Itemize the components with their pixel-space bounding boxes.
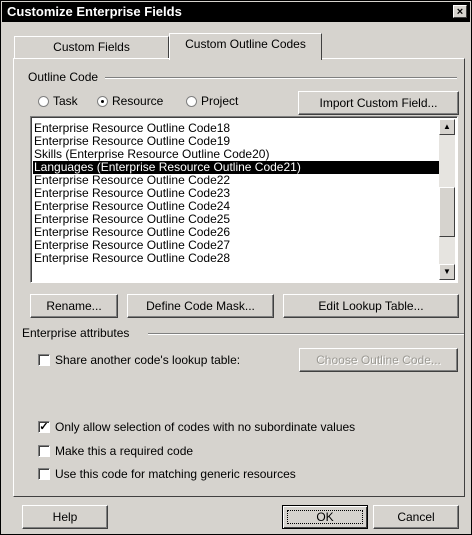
radio-task-label: Task [53, 94, 78, 108]
share-lookup-label: Share another code's lookup table: [55, 353, 241, 367]
ok-button[interactable]: OK [282, 505, 368, 529]
required-code-label: Make this a required code [55, 444, 194, 458]
define-code-mask-button[interactable]: Define Code Mask... [127, 294, 274, 318]
checkbox-box-icon [38, 354, 50, 366]
radio-resource[interactable]: Resource [97, 94, 163, 108]
radio-project[interactable]: Project [186, 94, 238, 108]
scroll-up-icon[interactable]: ▲ [439, 119, 455, 135]
radio-dot-icon [38, 95, 49, 107]
only-allow-no-subordinate-label: Only allow selection of codes with no su… [55, 420, 356, 434]
outline-code-listbox[interactable]: Enterprise Resource Outline Code18 Enterp… [30, 116, 458, 283]
scrollbar[interactable]: ▲ ▼ [439, 119, 455, 280]
required-code-checkbox[interactable]: Make this a required code [38, 444, 193, 458]
title-bar: Customize Enterprise Fields × [2, 2, 470, 22]
checkbox-box-icon [38, 445, 50, 457]
radio-resource-label: Resource [112, 94, 164, 108]
only-allow-no-subordinate-checkbox[interactable]: ✓ Only allow selection of codes with no … [38, 420, 355, 434]
list-item[interactable]: Enterprise Resource Outline Code28 [33, 252, 441, 265]
dialog-title: Customize Enterprise Fields [7, 4, 182, 19]
close-icon[interactable]: × [453, 5, 467, 18]
import-custom-field-button[interactable]: Import Custom Field... [298, 91, 459, 115]
scroll-thumb[interactable] [439, 187, 455, 237]
radio-project-label: Project [201, 94, 239, 108]
share-lookup-checkbox[interactable]: Share another code's lookup table: [38, 353, 240, 367]
radio-dot-icon [186, 95, 197, 107]
edit-lookup-table-button[interactable]: Edit Lookup Table... [283, 294, 459, 318]
help-button[interactable]: Help [22, 505, 108, 529]
focus-rect [287, 510, 363, 524]
divider [148, 333, 464, 335]
generic-matching-checkbox[interactable]: Use this code for matching generic resou… [38, 467, 296, 481]
cancel-button[interactable]: Cancel [373, 505, 459, 529]
outline-code-list: Enterprise Resource Outline Code18 Enterp… [33, 122, 441, 265]
tab-custom-fields[interactable]: Custom Fields [14, 36, 169, 58]
radio-task[interactable]: Task [38, 94, 78, 108]
outline-code-group-label: Outline Code [28, 70, 99, 84]
generic-matching-label: Use this code for matching generic resou… [55, 467, 296, 481]
checkbox-box-icon [38, 468, 50, 480]
divider [105, 77, 457, 79]
enterprise-attributes-group-label: Enterprise attributes [22, 326, 130, 340]
scroll-down-icon[interactable]: ▼ [439, 264, 455, 280]
tab-custom-outline-codes[interactable]: Custom Outline Codes [169, 33, 322, 60]
customize-enterprise-fields-dialog: Customize Enterprise Fields × Custom Fie… [0, 0, 472, 535]
choose-outline-code-button[interactable]: Choose Outline Code... [299, 348, 458, 372]
rename-button[interactable]: Rename... [30, 294, 118, 318]
radio-dot-selected-icon [97, 95, 108, 107]
checkbox-checked-icon: ✓ [38, 421, 50, 433]
